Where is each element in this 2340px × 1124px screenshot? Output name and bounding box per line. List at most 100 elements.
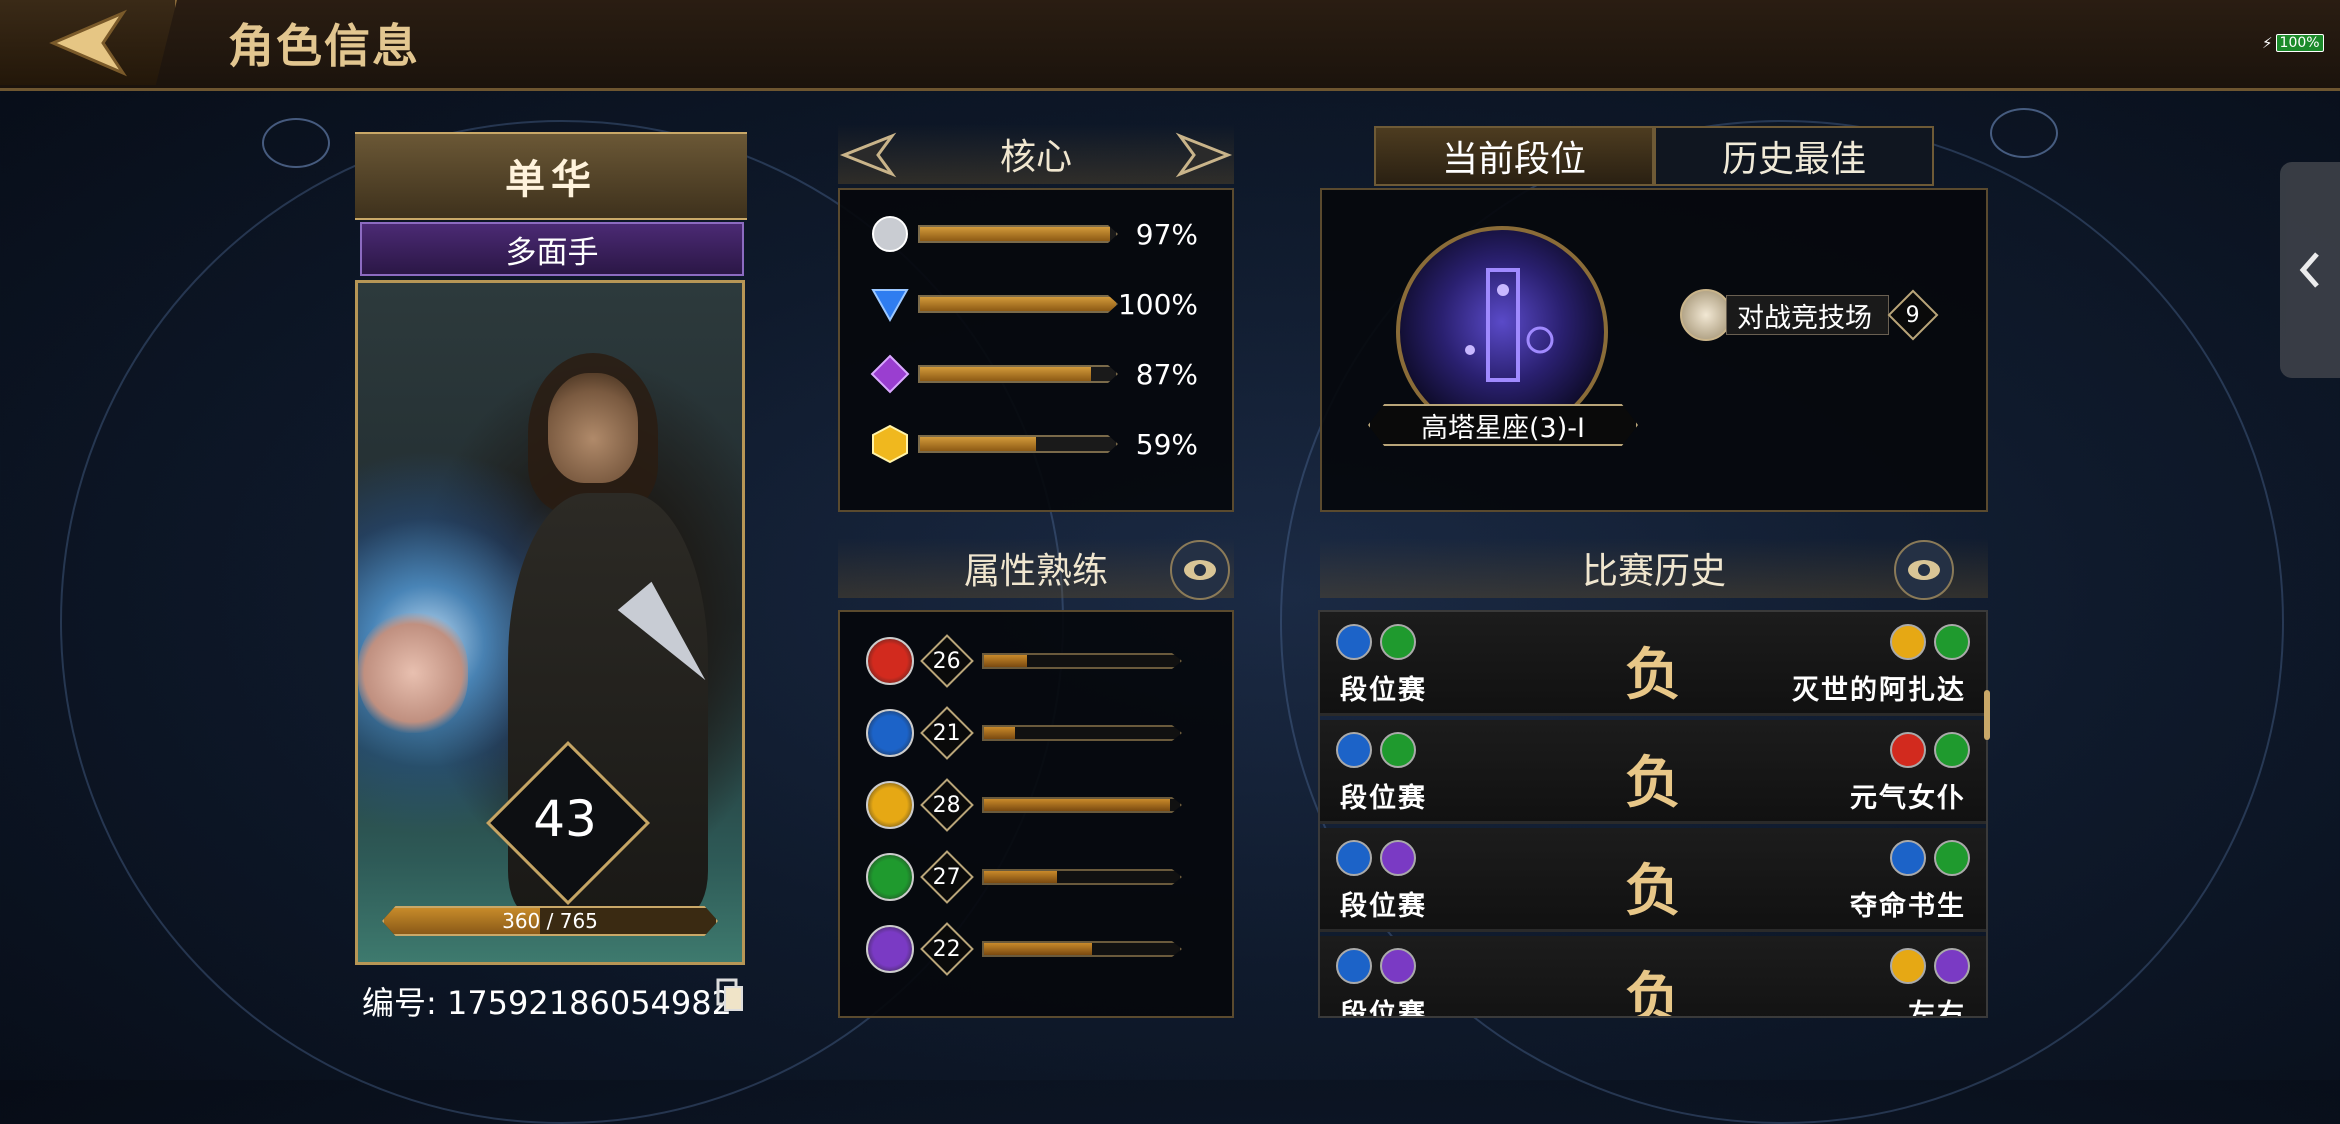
history-header: 比赛历史 [1320, 538, 1988, 598]
core-bar-fill [919, 297, 1116, 311]
core-percent: 87% [1135, 357, 1198, 391]
tab-current-rank[interactable]: 当前段位 [1374, 126, 1654, 186]
match-row[interactable]: 段位赛负元气女仆 [1320, 720, 1986, 824]
arrow-left-icon [839, 132, 897, 178]
core-bar [917, 295, 1118, 313]
core-percent: 97% [1135, 217, 1198, 251]
attribute-level: 21 [933, 720, 961, 746]
character-class: 多面手 [505, 234, 599, 271]
opponent-name: 左右 [1908, 999, 1966, 1018]
tab-best-rank[interactable]: 历史最佳 [1654, 126, 1934, 186]
moon-ornament-right [1990, 108, 2058, 158]
core-bar [918, 225, 1118, 243]
back-button[interactable] [0, 0, 177, 85]
core-bar-fill [920, 437, 1036, 451]
core-row: 100% [840, 274, 1232, 334]
eye-icon [1184, 560, 1216, 580]
core-percent: 59% [1135, 427, 1198, 461]
side-panel-toggle[interactable] [2280, 162, 2340, 378]
character-name-banner: 单华 [355, 132, 747, 220]
attribute-bar [982, 797, 1182, 813]
blue-book-icon [866, 709, 914, 757]
attribute-row: 26 [840, 626, 1232, 696]
arrow-right-icon [1175, 132, 1233, 178]
player-id: 编号: 17592186054982 [362, 984, 732, 1022]
purple-anvil-icon [866, 925, 914, 973]
attribute-level: 26 [933, 648, 961, 674]
green-sword-icon [866, 853, 914, 901]
rank-name: 高塔星座(3)-I [1421, 412, 1585, 444]
core-bar [918, 435, 1118, 453]
attribute-bar-fill [984, 727, 1016, 739]
red-arm-icon [866, 637, 914, 685]
core-panel: 97% 100% 87% 59% [838, 188, 1234, 512]
rank-name-label: 高塔星座(3)-I [1368, 404, 1638, 446]
match-row[interactable]: 段位赛负夺命书生 [1320, 828, 1986, 932]
attribute-level-diamond: 28 [920, 778, 974, 832]
arena-label: 对战竞技场 [1726, 295, 1889, 335]
purple-gem-icon [870, 354, 910, 394]
attributes-panel: 26 21 28 27 22 [838, 610, 1234, 1018]
tab-current-rank-label: 当前段位 [1441, 139, 1586, 180]
match-row[interactable]: 段位赛负左右 [1320, 936, 1986, 1018]
attribute-level: 28 [933, 792, 961, 818]
chevron-left-icon [2299, 252, 2319, 288]
attribute-bar [982, 725, 1182, 741]
core-prev-button[interactable] [838, 130, 898, 180]
attribute-level-diamond: 22 [920, 922, 974, 976]
character-class-banner: 多面手 [360, 222, 744, 276]
opponent-name: 元气女仆 [1850, 783, 1966, 814]
core-bar-fill [920, 227, 1111, 241]
xp-text: 360 / 765 [502, 909, 598, 933]
attribute-level-diamond: 27 [920, 850, 974, 904]
opponent-name: 夺命书生 [1850, 891, 1966, 922]
tab-best-rank-label: 历史最佳 [1721, 139, 1866, 180]
core-row: 59% [840, 414, 1232, 474]
attribute-row: 21 [840, 698, 1232, 768]
core-title: 核心 [999, 137, 1072, 178]
attribute-bar-fill [984, 943, 1092, 955]
arena-count-diamond: 9 [1887, 289, 1939, 341]
attributes-view-button[interactable] [1170, 540, 1230, 600]
attribute-row: 22 [840, 914, 1232, 984]
charging-icon: ⚡ [2262, 34, 2273, 52]
eye-icon [1908, 560, 1940, 580]
attribute-bar [982, 869, 1182, 885]
history-title: 比赛历史 [1581, 551, 1726, 592]
attribute-level-diamond: 26 [920, 634, 974, 688]
core-bar-fill [920, 367, 1091, 381]
page-title: 角色信息 [228, 19, 420, 73]
attribute-bar-fill [984, 799, 1171, 811]
opponent-name: 灭世的阿扎达 [1792, 675, 1966, 706]
core-row: 87% [840, 344, 1232, 404]
attributes-title: 属性熟练 [963, 551, 1108, 592]
match-row[interactable]: 段位赛负灭世的阿扎达 [1320, 612, 1986, 716]
portrait-head [548, 373, 638, 483]
gold-hexagon-icon [872, 424, 908, 464]
match-result: 负 [1625, 966, 1681, 1018]
attribute-level: 27 [933, 864, 961, 890]
match-history-list[interactable]: 段位赛负灭世的阿扎达 段位赛负元气女仆 段位赛负夺命书生 段位赛负左右 [1318, 610, 1988, 1018]
attribute-level-diamond: 21 [920, 706, 974, 760]
moon-ornament-left [262, 118, 330, 168]
arena-coin-icon [1680, 289, 1732, 341]
attribute-row: 28 [840, 770, 1232, 840]
character-name: 单华 [505, 156, 597, 203]
history-scrollbar[interactable] [1984, 690, 1990, 740]
gold-beast-icon [866, 781, 914, 829]
arena-badge: 对战竞技场 9 [1680, 289, 1939, 341]
copy-icon[interactable] [716, 978, 744, 1012]
attribute-bar-fill [984, 655, 1028, 667]
blue-triangle-icon [871, 289, 909, 323]
arena-count: 9 [1906, 302, 1920, 328]
character-level: 43 [533, 790, 597, 848]
attribute-bar-fill [984, 871, 1057, 883]
attribute-level: 22 [933, 936, 961, 962]
core-percent: 100% [1117, 287, 1198, 321]
history-view-button[interactable] [1894, 540, 1954, 600]
core-next-button[interactable] [1174, 130, 1234, 180]
portrait-hand [358, 613, 468, 733]
attribute-bar [982, 941, 1182, 957]
attribute-row: 27 [840, 842, 1232, 912]
attribute-bar [982, 653, 1182, 669]
